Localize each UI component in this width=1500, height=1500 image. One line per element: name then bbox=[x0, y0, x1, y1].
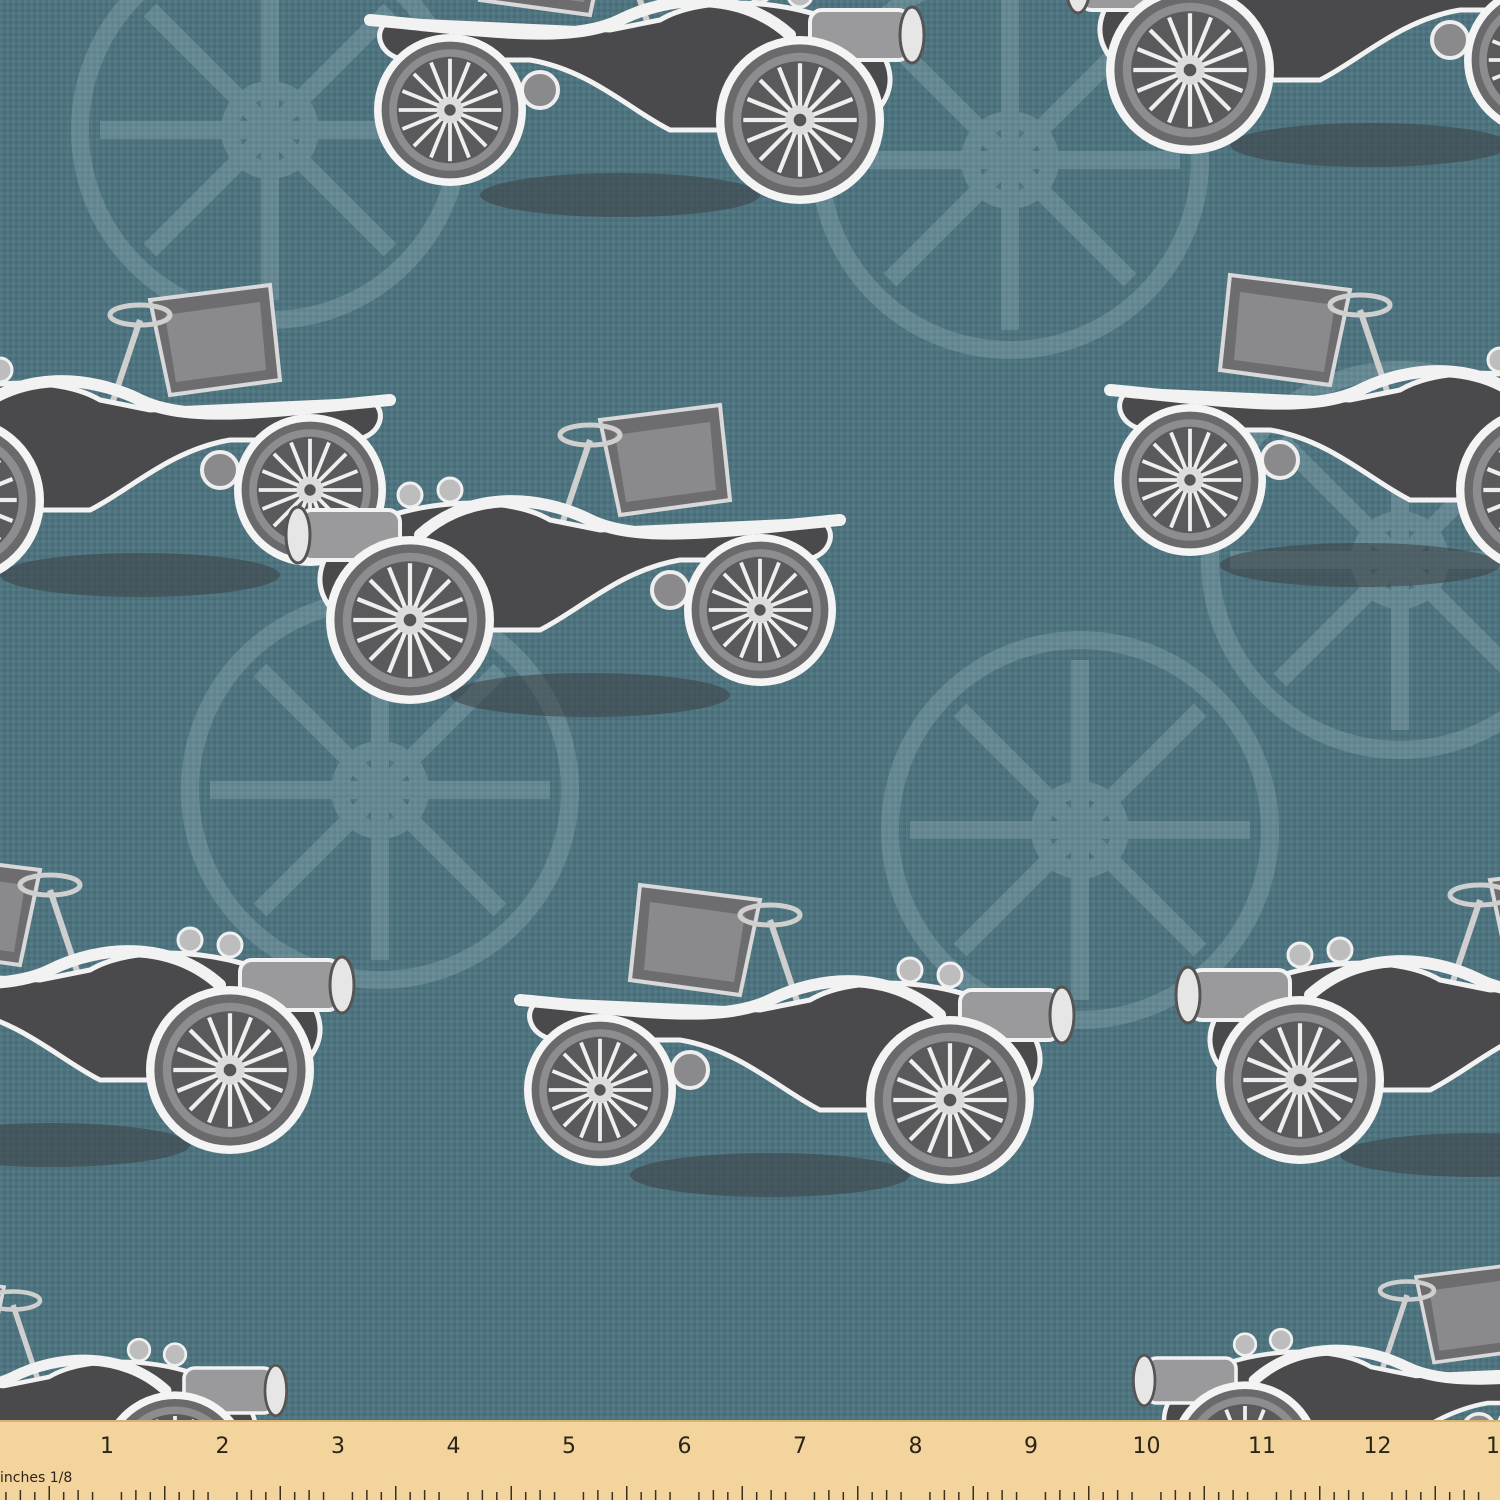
ruler-number: 8 bbox=[908, 1434, 923, 1459]
ruler-number: 7 bbox=[793, 1434, 807, 1459]
ruler-number: 10 bbox=[1132, 1434, 1161, 1459]
ruler-number: 5 bbox=[562, 1434, 576, 1459]
ruler-number: 1 bbox=[100, 1434, 114, 1459]
fabric-swatch-photo: inches 1/8 1 2 3 4 5 6 7 8 9 10 11 12 1 bbox=[0, 0, 1500, 1500]
ruler-number: 12 bbox=[1363, 1434, 1392, 1459]
measuring-ruler: inches 1/8 1 2 3 4 5 6 7 8 9 10 11 12 1 bbox=[0, 1420, 1500, 1500]
ruler-number: 3 bbox=[331, 1434, 345, 1459]
fabric-weave-background bbox=[0, 0, 1500, 1500]
ruler-number: 9 bbox=[1024, 1434, 1038, 1459]
ruler-number: 6 bbox=[677, 1434, 692, 1459]
ruler-number: 1 bbox=[1486, 1434, 1500, 1459]
vintage-car-1 bbox=[370, 0, 924, 217]
ruler-number: 4 bbox=[446, 1434, 461, 1459]
ruler-number: 2 bbox=[215, 1434, 230, 1459]
ruler-number: 11 bbox=[1248, 1434, 1276, 1459]
vintage-car-pattern bbox=[0, 0, 1500, 1500]
ruler-unit-label: inches 1/8 bbox=[0, 1470, 73, 1486]
